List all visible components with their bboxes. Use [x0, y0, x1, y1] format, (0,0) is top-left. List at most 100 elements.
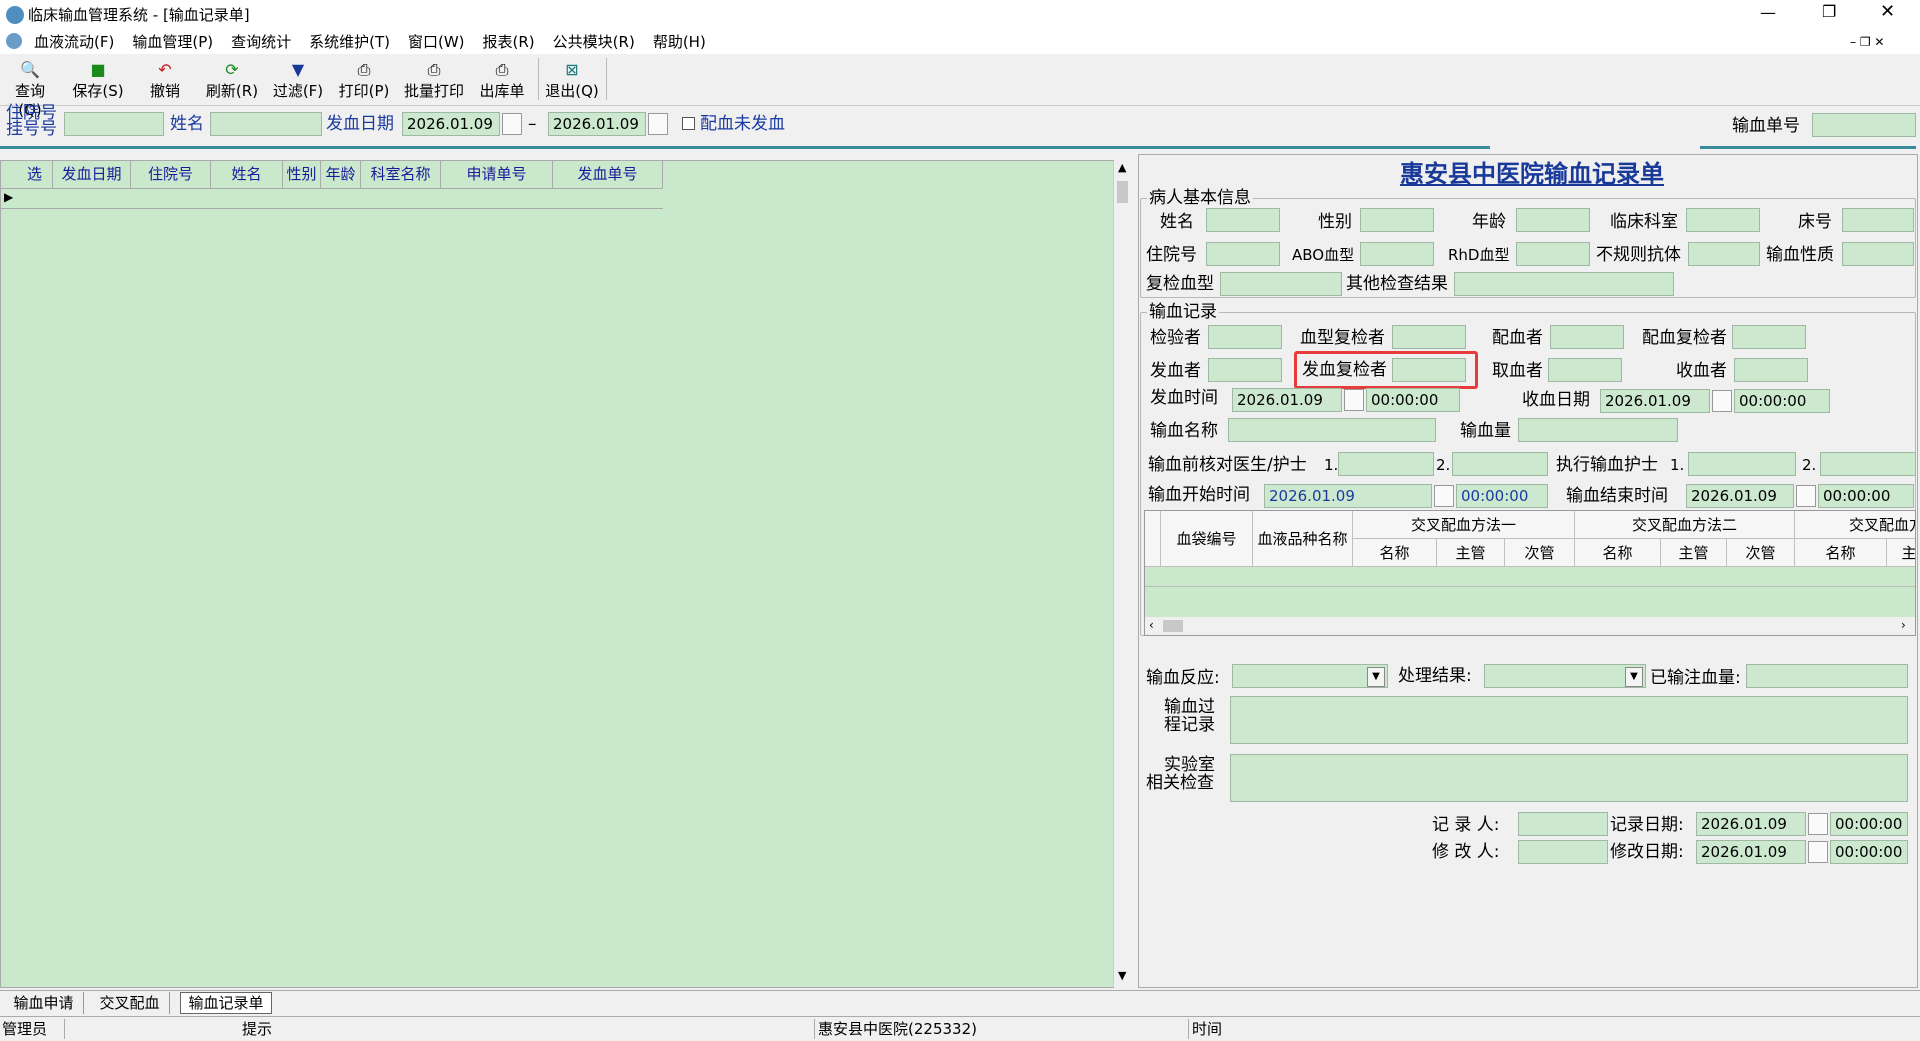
- col-issue-no[interactable]: 发血单号: [553, 161, 663, 188]
- modify-date-picker[interactable]: [1808, 841, 1828, 863]
- process-record-textarea[interactable]: [1230, 696, 1908, 744]
- tab-transfusion-request[interactable]: 输血申请: [4, 992, 84, 1014]
- name-input[interactable]: [210, 112, 322, 136]
- outbound-button[interactable]: ⎙ 出库单: [476, 58, 528, 102]
- save-button[interactable]: ■ 保存(S): [70, 58, 126, 102]
- menu-transfusion[interactable]: 输血管理(P): [132, 31, 213, 53]
- receive-clock-field[interactable]: 00:00:00: [1734, 389, 1830, 413]
- col-age[interactable]: 年龄: [321, 161, 361, 188]
- tab-transfusion-record[interactable]: 输血记录单: [180, 992, 272, 1014]
- end-date-picker[interactable]: [1796, 485, 1816, 507]
- exec-nurse-1-field[interactable]: [1688, 452, 1796, 476]
- recorder-field[interactable]: [1518, 812, 1608, 836]
- matcher-field[interactable]: [1550, 325, 1624, 349]
- col-bag-no[interactable]: 血袋编号: [1161, 511, 1253, 567]
- scroll-right-icon[interactable]: ›: [1901, 618, 1906, 632]
- col-m2-minor[interactable]: 次管: [1727, 539, 1795, 567]
- inspector-field[interactable]: [1208, 325, 1282, 349]
- issuer-field[interactable]: [1208, 358, 1282, 382]
- col-m1-main[interactable]: 主管: [1437, 539, 1505, 567]
- modify-clock-field[interactable]: 00:00:00: [1830, 840, 1908, 864]
- menu-query[interactable]: 查询统计: [231, 31, 291, 53]
- taker-field[interactable]: [1548, 358, 1622, 382]
- col-m2-name[interactable]: 名称: [1575, 539, 1661, 567]
- receive-date-picker[interactable]: [1712, 390, 1732, 412]
- date-to-input[interactable]: 2026.01.09: [548, 112, 646, 136]
- abo-field[interactable]: [1360, 242, 1434, 266]
- exit-button[interactable]: ⊠ 退出(Q): [544, 58, 600, 102]
- rhd-field[interactable]: [1516, 242, 1590, 266]
- col-request-no[interactable]: 申请单号: [441, 161, 553, 188]
- batch-print-button[interactable]: ⎙ 批量打印: [400, 58, 468, 102]
- crossmatch-table[interactable]: 血袋编号 血液品种名称 交叉配血方法一 交叉配血方法二 交叉配血方法 名称 主管…: [1144, 510, 1916, 636]
- reaction-select[interactable]: ▼: [1232, 664, 1388, 688]
- end-date-field[interactable]: 2026.01.09: [1686, 484, 1794, 508]
- modifier-field[interactable]: [1518, 840, 1608, 864]
- scroll-up-icon[interactable]: ▲: [1118, 161, 1126, 174]
- col-m2-main[interactable]: 主管: [1661, 539, 1727, 567]
- transfusion-nature-field[interactable]: [1842, 242, 1914, 266]
- start-date-field[interactable]: 2026.01.09: [1264, 484, 1432, 508]
- col-inpatient-no[interactable]: 住院号: [131, 161, 211, 188]
- recheck-blood-type-field[interactable]: [1220, 272, 1342, 296]
- receive-date-field[interactable]: 2026.01.09: [1600, 389, 1710, 413]
- restore-icon[interactable]: ❐: [1822, 2, 1836, 21]
- order-no-input[interactable]: [1812, 113, 1916, 137]
- result-select[interactable]: ▼: [1484, 664, 1646, 688]
- start-clock-field[interactable]: 00:00:00: [1456, 484, 1548, 508]
- tab-crossmatch[interactable]: 交叉配血: [90, 992, 170, 1014]
- receiver-field[interactable]: [1734, 358, 1808, 382]
- date-to-picker[interactable]: [648, 113, 668, 135]
- menu-window[interactable]: 窗口(W): [408, 31, 465, 53]
- mdi-controls[interactable]: – ❐ ✕: [1850, 31, 1884, 53]
- menu-blood-flow[interactable]: 血液流动(F): [34, 31, 114, 53]
- issue-date-picker[interactable]: [1344, 389, 1364, 411]
- refresh-button[interactable]: ⟳ 刷新(R): [204, 58, 260, 102]
- record-clock-field[interactable]: 00:00:00: [1830, 812, 1908, 836]
- col-method-3[interactable]: 交叉配血方法: [1795, 511, 1915, 539]
- table-row[interactable]: ▶: [1, 189, 663, 209]
- type-recheck-field[interactable]: [1392, 325, 1466, 349]
- bed-field[interactable]: [1842, 208, 1914, 232]
- minimize-icon[interactable]: —: [1760, 3, 1776, 22]
- scroll-down-icon[interactable]: ▼: [1118, 969, 1126, 982]
- col-m1-name[interactable]: 名称: [1353, 539, 1437, 567]
- match-recheck-field[interactable]: [1732, 325, 1806, 349]
- start-date-picker[interactable]: [1434, 485, 1454, 507]
- patient-name-field[interactable]: [1206, 208, 1280, 232]
- col-blood-variety[interactable]: 血液品种名称: [1253, 511, 1353, 567]
- issue-recheck-field[interactable]: [1392, 358, 1466, 382]
- close-icon[interactable]: ✕: [1880, 1, 1895, 22]
- volume-field[interactable]: [1518, 418, 1678, 442]
- date-from-input[interactable]: 2026.01.09: [402, 112, 500, 136]
- infused-volume-field[interactable]: [1746, 664, 1908, 688]
- col-dept[interactable]: 科室名称: [361, 161, 441, 188]
- inpatient-no-input[interactable]: [64, 112, 164, 136]
- col-name[interactable]: 姓名: [211, 161, 283, 188]
- issue-clock-field[interactable]: 00:00:00: [1366, 388, 1460, 412]
- other-results-field[interactable]: [1454, 272, 1674, 296]
- scroll-thumb[interactable]: [1117, 181, 1128, 203]
- pre-check-2-field[interactable]: [1452, 452, 1548, 476]
- menu-public[interactable]: 公共模块(R): [553, 31, 635, 53]
- scroll-thumb[interactable]: [1163, 620, 1183, 632]
- menu-help[interactable]: 帮助(H): [653, 31, 706, 53]
- age-field[interactable]: [1516, 208, 1590, 232]
- matched-not-issued-checkbox[interactable]: [682, 117, 695, 130]
- chevron-down-icon[interactable]: ▼: [1367, 667, 1385, 687]
- menu-report[interactable]: 报表(R): [483, 31, 535, 53]
- lab-check-textarea[interactable]: [1230, 754, 1908, 802]
- irregular-antibody-field[interactable]: [1688, 242, 1760, 266]
- end-clock-field[interactable]: 00:00:00: [1818, 484, 1914, 508]
- scroll-left-icon[interactable]: ‹: [1149, 618, 1154, 632]
- col-m3-name[interactable]: 名称: [1795, 539, 1887, 567]
- exec-nurse-2-field[interactable]: [1820, 452, 1916, 476]
- inpatient-no-field[interactable]: [1206, 242, 1280, 266]
- col-select[interactable]: 选: [17, 161, 53, 188]
- date-from-picker[interactable]: [502, 113, 522, 135]
- table-hscrollbar[interactable]: ‹ ›: [1145, 617, 1915, 635]
- filter-button[interactable]: ▼ 过滤(F): [270, 58, 326, 102]
- issue-date-field[interactable]: 2026.01.09: [1232, 388, 1342, 412]
- record-date-picker[interactable]: [1808, 813, 1828, 835]
- pre-check-1-field[interactable]: [1338, 452, 1434, 476]
